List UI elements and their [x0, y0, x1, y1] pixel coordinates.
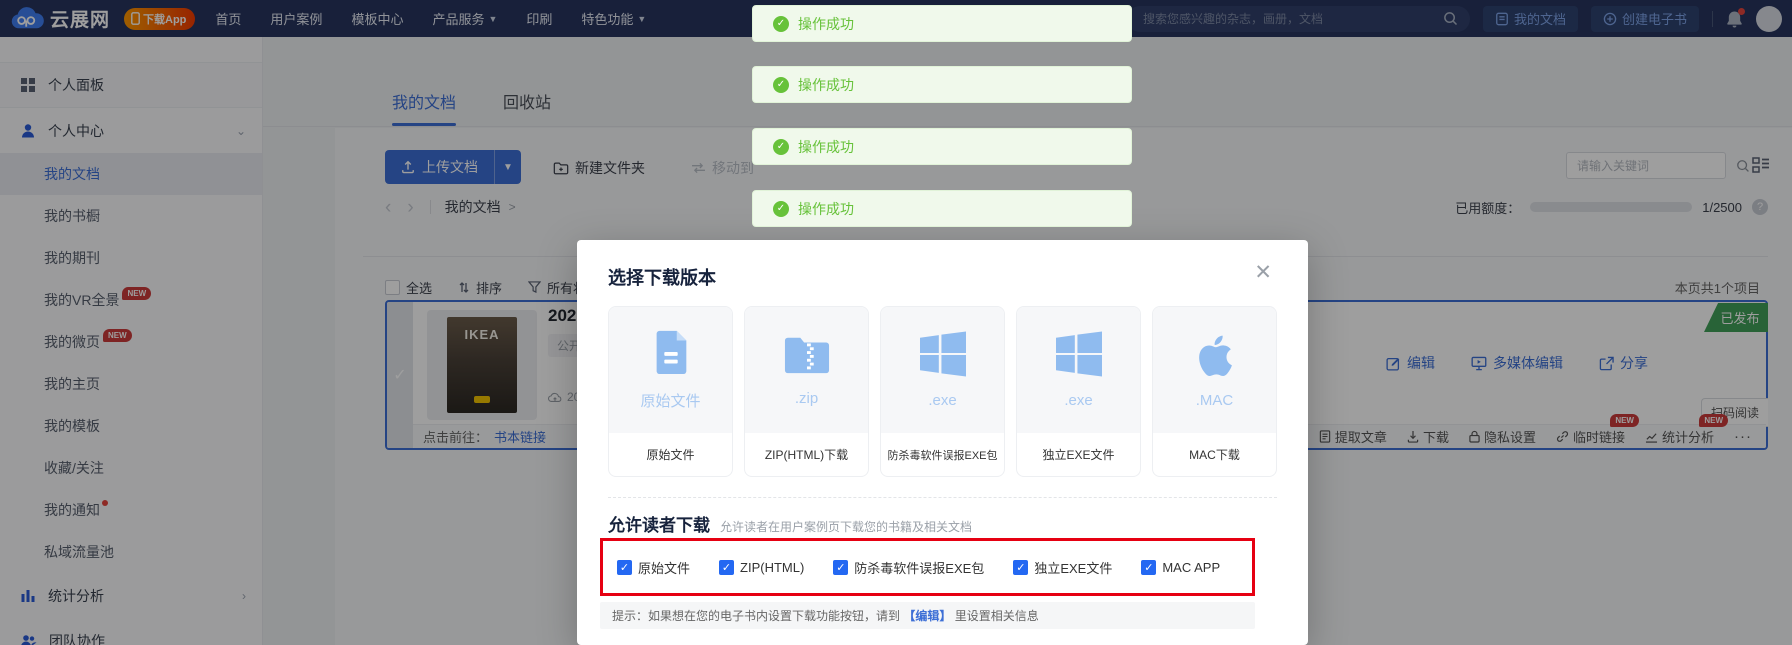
- toast-success: ✓ 操作成功: [752, 190, 1132, 227]
- divider: [608, 497, 1277, 498]
- download-options: 原始文件 原始文件 .zip ZIP(HTML)下载 .exe 防杀毒软件误报E…: [608, 306, 1277, 477]
- toast-success: ✓ 操作成功: [752, 5, 1132, 42]
- checkbox-exe-standalone[interactable]: ✓独立EXE文件: [1013, 558, 1112, 577]
- option-label: 独立EXE文件: [1017, 433, 1140, 476]
- option-original-file[interactable]: 原始文件 原始文件: [608, 306, 733, 477]
- apple-icon: [1195, 331, 1235, 377]
- hint-text: 提示：如果想在您的电子书内设置下载功能按钮，请到: [612, 609, 903, 623]
- option-exe-antivirus[interactable]: .exe 防杀毒软件误报EXE包: [880, 306, 1005, 477]
- close-icon[interactable]: ✕: [1254, 260, 1272, 285]
- hint-edit-link[interactable]: 【编辑】: [903, 609, 951, 623]
- toast-success: ✓ 操作成功: [752, 128, 1132, 165]
- windows-icon: [920, 331, 966, 377]
- option-label: 原始文件: [609, 433, 732, 476]
- option-label: 防杀毒软件误报EXE包: [881, 433, 1004, 476]
- option-zip[interactable]: .zip ZIP(HTML)下载: [744, 306, 869, 477]
- allow-readers-section: 允许读者下载 允许读者在用户案例页下载您的书籍及相关文档: [608, 511, 972, 536]
- download-version-modal: 选择下载版本 ✕ 原始文件 原始文件 .zip ZIP(HTML)下载 .exe…: [577, 240, 1308, 645]
- checkbox-checked-icon[interactable]: ✓: [833, 560, 848, 575]
- check-circle-icon: ✓: [773, 77, 789, 93]
- check-circle-icon: ✓: [773, 201, 789, 217]
- windows-icon: [1056, 331, 1102, 377]
- option-mac[interactable]: .MAC MAC下载: [1152, 306, 1277, 477]
- zip-folder-icon: [784, 333, 830, 375]
- check-circle-icon: ✓: [773, 139, 789, 155]
- toast-message: 操作成功: [798, 14, 854, 34]
- checkbox-checked-icon[interactable]: ✓: [1141, 560, 1156, 575]
- option-label: MAC下载: [1153, 433, 1276, 476]
- allow-readers-desc: 允许读者在用户案例页下载您的书籍及相关文档: [720, 518, 972, 535]
- checkbox-checked-icon[interactable]: ✓: [617, 560, 632, 575]
- checkbox-checked-icon[interactable]: ✓: [719, 560, 734, 575]
- toast-message: 操作成功: [798, 75, 854, 95]
- checkbox-checked-icon[interactable]: ✓: [1013, 560, 1028, 575]
- download-permission-checkboxes: ✓原始文件 ✓ZIP(HTML) ✓防杀毒软件误报EXE包 ✓独立EXE文件 ✓…: [600, 538, 1255, 596]
- toast-message: 操作成功: [798, 137, 854, 157]
- toast-success: ✓ 操作成功: [752, 66, 1132, 103]
- option-label: ZIP(HTML)下载: [745, 433, 868, 476]
- check-circle-icon: ✓: [773, 16, 789, 32]
- modal-title: 选择下载版本: [608, 264, 716, 290]
- allow-readers-title: 允许读者下载: [608, 511, 710, 536]
- hint-text: 里设置相关信息: [951, 609, 1038, 623]
- checkbox-original-file[interactable]: ✓原始文件: [617, 558, 690, 577]
- checkbox-zip-html[interactable]: ✓ZIP(HTML): [719, 560, 804, 575]
- checkbox-exe-antivirus[interactable]: ✓防杀毒软件误报EXE包: [833, 558, 984, 577]
- option-exe-standalone[interactable]: .exe 独立EXE文件: [1016, 306, 1141, 477]
- hint-bar: 提示：如果想在您的电子书内设置下载功能按钮，请到 【编辑】 里设置相关信息: [600, 602, 1255, 629]
- file-icon: [651, 329, 691, 375]
- toast-message: 操作成功: [798, 199, 854, 219]
- checkbox-mac-app[interactable]: ✓MAC APP: [1141, 560, 1220, 575]
